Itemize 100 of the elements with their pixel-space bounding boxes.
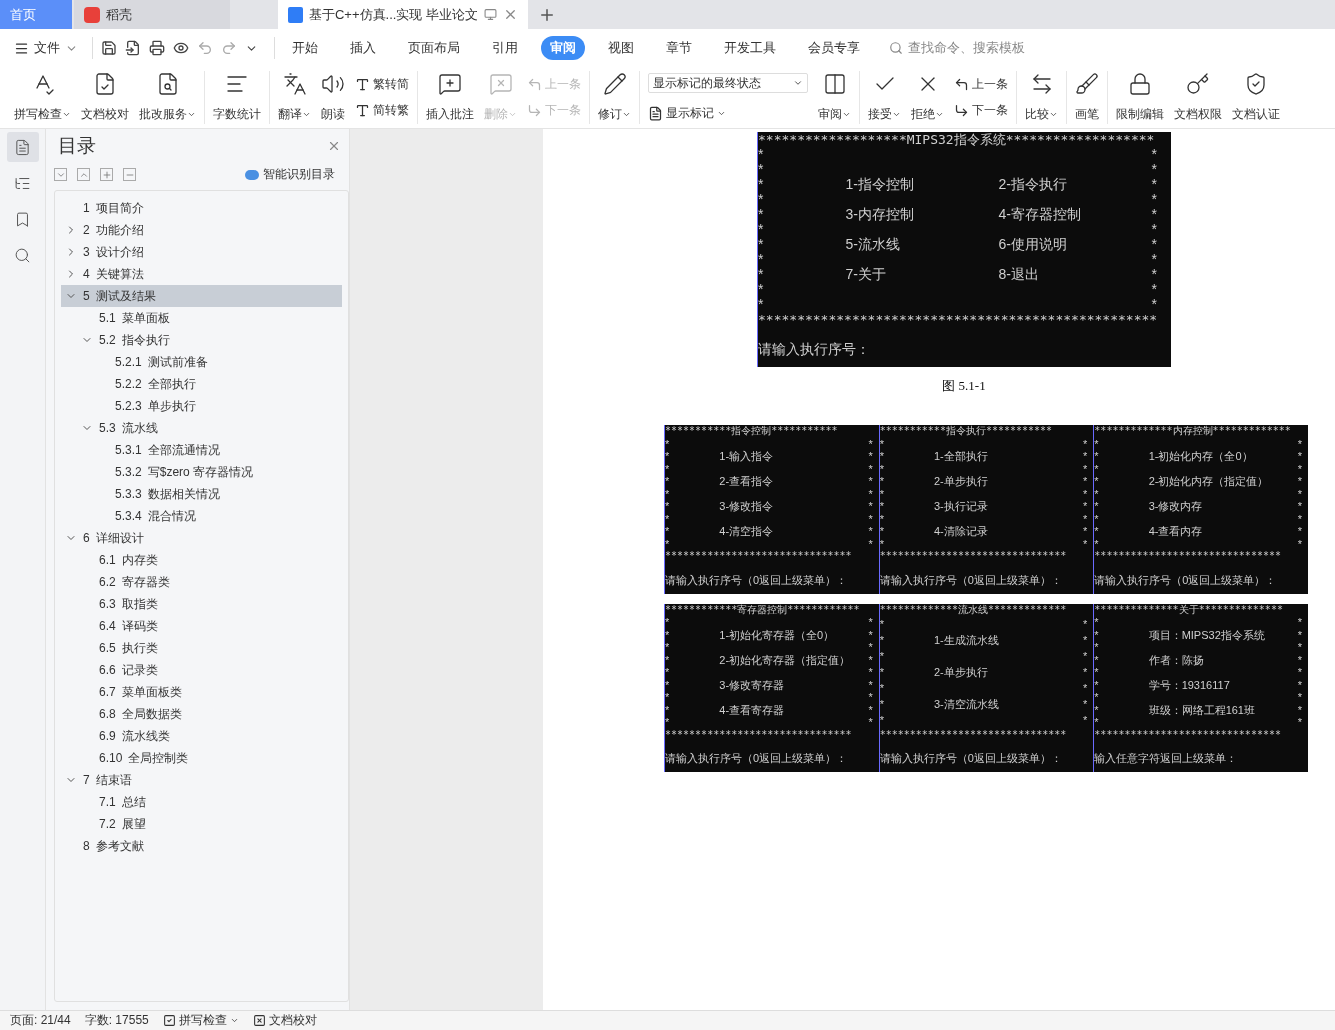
toc-item[interactable]: 3 设计介绍 [61, 241, 342, 263]
window-tab[interactable]: 稻壳 [74, 0, 230, 29]
markup-select[interactable]: 显示标记的最终状态 [648, 73, 808, 93]
console-border: * [665, 628, 670, 641]
command-search-field[interactable]: 查找命令、搜索模板 [889, 40, 1046, 56]
smart-toc-button[interactable]: 智能识别目录 [239, 165, 341, 184]
ribbon-button[interactable]: 限制编辑 [1116, 71, 1164, 124]
window-tab[interactable]: 基于C++仿真...实现 毕业论文 [278, 0, 528, 29]
console-border: * [868, 450, 873, 463]
console-border: * [868, 500, 873, 513]
toc-item[interactable]: 6.1 内存类 [61, 549, 342, 571]
ribbon-button[interactable]: 字数统计 [213, 71, 261, 124]
toc-item[interactable]: 6.2 寄存器类 [61, 571, 342, 593]
ribbon-tab[interactable]: 引用 [483, 36, 527, 60]
ribbon-button[interactable]: 插入批注 [426, 71, 474, 124]
close-icon[interactable] [503, 7, 518, 22]
toc-item[interactable]: 7.1 总结 [61, 791, 342, 813]
redo-icon[interactable] [221, 40, 237, 56]
toc-item[interactable]: 6.8 全局数据类 [61, 703, 342, 725]
toc-title: 测试前准备 [147, 353, 208, 371]
toc-item[interactable]: 4 关键算法 [61, 263, 342, 285]
toc-item[interactable]: 8 参考文献 [61, 835, 342, 857]
console-rule: ******************************* [665, 550, 852, 563]
toc-item[interactable]: 6.6 记录类 [61, 659, 342, 681]
ribbon-tab[interactable]: 开发工具 [715, 36, 785, 60]
console-border: * [868, 628, 873, 641]
ribbon-button[interactable]: 朗读 [321, 71, 345, 124]
console-menu-text: 3-内存控制 [845, 207, 915, 222]
console-border: * [1094, 653, 1099, 666]
ribbon-tab[interactable]: 插入 [341, 36, 385, 60]
export-icon[interactable] [125, 40, 141, 56]
ribbon-button[interactable]: 审阅 [818, 71, 851, 124]
toc-item[interactable]: 1 项目简介 [61, 197, 342, 219]
toc-number: 6.1 [99, 553, 116, 567]
toc-item[interactable]: 5.2 指令执行 [61, 329, 342, 351]
toc-item[interactable]: 7.2 展望 [61, 813, 342, 835]
undo-icon[interactable] [197, 40, 213, 56]
toc-number: 8 [83, 839, 90, 853]
toc-number: 5.2 [99, 333, 116, 347]
toc-item[interactable]: 6.10 全局控制类 [61, 747, 342, 769]
console-border: * [868, 666, 873, 679]
toc-item[interactable]: 5.2.1 测试前准备 [61, 351, 342, 373]
ribbon-tab[interactable]: 视图 [599, 36, 643, 60]
toc-item[interactable]: 6.7 菜单面板类 [61, 681, 342, 703]
toc-item[interactable]: 7 结束语 [61, 769, 342, 791]
toc-title: 菜单面板 [121, 309, 170, 327]
toc-item[interactable]: 6.3 取指类 [61, 593, 342, 615]
print-icon[interactable] [149, 40, 165, 56]
ribbon-button[interactable]: 比较 [1025, 71, 1058, 124]
console-prompt: 请输入执行序号（0返回上级菜单）： [665, 751, 849, 766]
ribbon-button[interactable]: 接受 [868, 71, 901, 124]
ribbon-button[interactable]: 批改服务 [139, 71, 196, 124]
toc-item[interactable]: 6.9 流水线类 [61, 725, 342, 747]
ribbon-button[interactable]: 画笔 [1075, 71, 1099, 124]
show-markup-button[interactable]: 显示标记 [648, 105, 808, 122]
ribbon-small-button[interactable]: 上一条 [954, 75, 1008, 93]
toc-item[interactable]: 5 测试及结果 [61, 285, 342, 307]
ribbon-button[interactable]: 文档校对 [81, 71, 129, 124]
minus-icon[interactable] [123, 168, 136, 181]
expand-icon[interactable] [54, 168, 67, 181]
caret-icon [1049, 110, 1058, 119]
ribbon-small-button[interactable]: 简转繁 [355, 102, 409, 120]
ribbon-button[interactable]: 拼写检查 [14, 71, 71, 124]
plus-icon[interactable] [100, 168, 113, 181]
ribbon-button[interactable]: 文档权限 [1174, 71, 1222, 124]
toc-item[interactable]: 5.3 流水线 [61, 417, 342, 439]
proofread-button[interactable]: 文档校对 [252, 1012, 317, 1029]
close-icon[interactable] [327, 139, 341, 153]
ribbon-button[interactable]: 修订 [598, 71, 631, 124]
toc-item[interactable]: 2 功能介绍 [61, 219, 342, 241]
ribbon-button[interactable]: 拒绝 [911, 71, 944, 124]
ribbon-button[interactable]: 文档认证 [1232, 71, 1280, 124]
toc-item[interactable]: 6.5 执行类 [61, 637, 342, 659]
ribbon-tab[interactable]: 页面布局 [399, 36, 469, 60]
toc-item[interactable]: 5.3.1 全部流通情况 [61, 439, 342, 461]
toc-item[interactable]: 5.1 菜单面板 [61, 307, 342, 329]
ribbon-button[interactable]: 翻译 [278, 71, 311, 124]
toc-item[interactable]: 6 详细设计 [61, 527, 342, 549]
toc-item[interactable]: 5.3.4 混合情况 [61, 505, 342, 527]
file-menu-button[interactable]: 文件 [14, 39, 84, 57]
spell-check-button[interactable]: 拼写检查 [162, 1012, 239, 1029]
toc-item[interactable]: 6.4 译码类 [61, 615, 342, 637]
console-border: * [868, 512, 873, 525]
toc-item[interactable]: 5.3.3 数据相关情况 [61, 483, 342, 505]
ribbon-small-button[interactable]: 繁转简 [355, 75, 409, 93]
save-icon[interactable] [101, 40, 117, 56]
ribbon-tab[interactable]: 开始 [283, 36, 327, 60]
ribbon-tab[interactable]: 会员专享 [799, 36, 869, 60]
console-header: **************关于************** [1094, 603, 1283, 616]
toc-item[interactable]: 5.2.2 全部执行 [61, 373, 342, 395]
monitor-icon[interactable] [484, 8, 497, 21]
toc-item[interactable]: 5.3.2 写$zero 寄存器情况 [61, 461, 342, 483]
toc-number: 5.2.1 [115, 355, 142, 369]
ribbon-small-button[interactable]: 下一条 [954, 102, 1008, 120]
console-border: * [665, 678, 670, 691]
toc-number: 5.2.2 [115, 377, 142, 391]
ribbon-tab[interactable]: 章节 [657, 36, 701, 60]
collapse-icon[interactable] [77, 168, 90, 181]
console-border: * [868, 462, 873, 475]
toc-item[interactable]: 5.2.3 单步执行 [61, 395, 342, 417]
